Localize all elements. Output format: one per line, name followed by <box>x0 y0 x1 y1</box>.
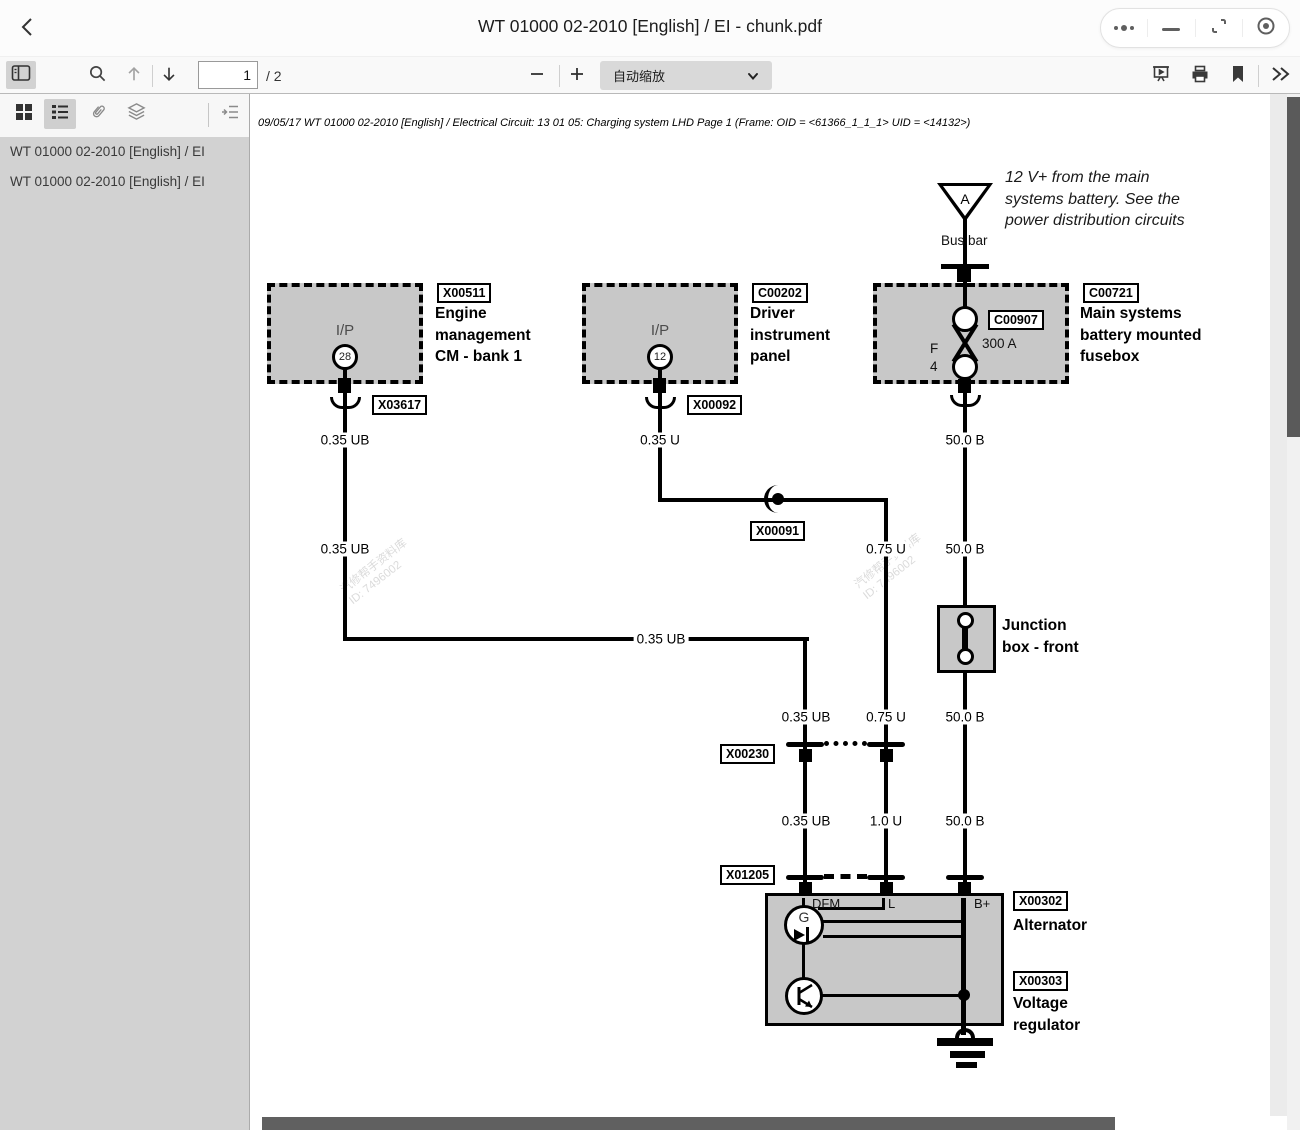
thumbnails-icon <box>15 103 33 126</box>
pdf-page <box>251 94 1270 1130</box>
zoom-in-button[interactable] <box>564 63 590 89</box>
zoom-out-icon <box>529 66 545 87</box>
page-down-icon <box>160 65 178 88</box>
minimize-icon <box>1162 19 1180 37</box>
chevron-down-icon <box>746 69 760 86</box>
print-icon <box>1190 64 1210 89</box>
sidebar-toggle-icon <box>11 64 31 87</box>
search-icon <box>88 64 107 88</box>
horizontal-scrollbar[interactable] <box>251 1116 1287 1130</box>
bookmark-icon <box>1230 64 1246 89</box>
attachments-view-button[interactable] <box>82 99 114 129</box>
zoom-in-icon <box>569 66 585 87</box>
outline-item[interactable]: WT 01000 02-2010 [English] / EI <box>0 167 249 197</box>
thumbnails-view-button[interactable] <box>8 99 40 129</box>
current-outline-item-button[interactable] <box>214 99 246 129</box>
zoom-mode-select[interactable]: 自动缩放 <box>600 61 772 90</box>
restore-button[interactable] <box>1196 9 1242 47</box>
target-icon <box>1256 16 1276 41</box>
layers-view-button[interactable] <box>120 99 152 129</box>
target-button[interactable] <box>1243 9 1289 47</box>
bookmark-button[interactable] <box>1225 63 1251 89</box>
vertical-scrollbar-thumb[interactable] <box>1287 97 1300 437</box>
divider <box>1258 65 1259 87</box>
vertical-scrollbar[interactable] <box>1287 94 1300 1130</box>
presentation-mode-icon <box>1151 64 1171 89</box>
double-chevron-icon <box>1270 66 1290 87</box>
horizontal-scrollbar-thumb[interactable] <box>262 1117 1115 1130</box>
previous-page-button[interactable] <box>121 63 147 89</box>
more-tools-button[interactable] <box>1266 63 1294 89</box>
outline-list: WT 01000 02-2010 [English] / EI WT 01000… <box>0 137 249 197</box>
layers-icon <box>127 102 146 126</box>
more-options-icon <box>1112 19 1136 37</box>
pdf-toolbar: / 2 自动缩放 <box>0 56 1300 94</box>
outline-view-button[interactable] <box>44 99 76 129</box>
search-button[interactable] <box>84 63 110 89</box>
page-up-icon <box>125 65 143 88</box>
divider <box>152 65 153 87</box>
outline-item[interactable]: WT 01000 02-2010 [English] / EI <box>0 137 249 167</box>
restore-icon <box>1210 17 1228 40</box>
print-button[interactable] <box>1187 63 1213 89</box>
sidebar-toolbar <box>0 94 249 137</box>
sidebar: WT 01000 02-2010 [English] / EI WT 01000… <box>0 94 250 1130</box>
sidebar-toggle-button[interactable] <box>6 61 36 89</box>
titlebar: WT 01000 02-2010 [English] / EI - chunk.… <box>0 0 1300 56</box>
zoom-out-button[interactable] <box>524 63 550 89</box>
current-outline-icon <box>221 103 239 126</box>
outline-icon <box>51 103 69 126</box>
more-options-button[interactable] <box>1101 9 1147 47</box>
next-page-button[interactable] <box>156 63 182 89</box>
divider <box>559 65 560 87</box>
window-controls <box>1100 8 1290 48</box>
zoom-mode-value: 自动缩放 <box>613 66 665 85</box>
page-count: / 2 <box>266 68 282 84</box>
viewer-gutter <box>1270 94 1287 1130</box>
paperclip-icon <box>89 103 107 126</box>
page-number-input[interactable] <box>198 61 258 89</box>
minimize-button[interactable] <box>1148 9 1194 47</box>
divider <box>208 103 209 127</box>
presentation-mode-button[interactable] <box>1148 63 1174 89</box>
